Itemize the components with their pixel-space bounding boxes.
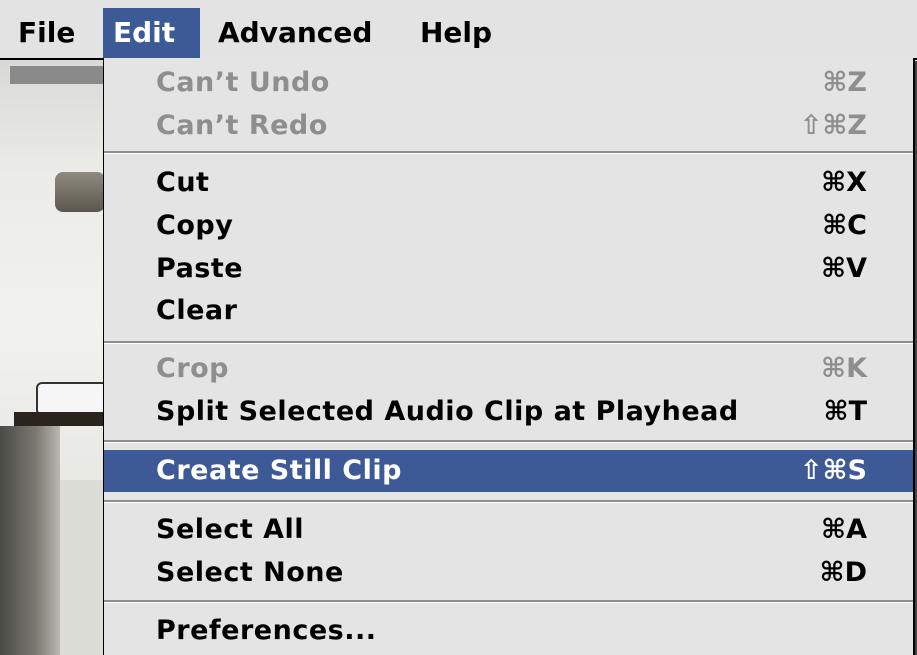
menu-item-shortcut: ⌘C [822,210,867,241]
menu-item-label: Clear [156,295,238,326]
menu-item-copy[interactable]: Copy ⌘C [104,205,913,247]
menu-item-select-none[interactable]: Select None ⌘D [104,552,913,594]
menu-item-shortcut: ⌘D [819,557,867,588]
menu-item-crop: Crop ⌘K [104,348,913,390]
menu-item-preferences[interactable]: Preferences... [104,610,913,652]
edit-menu-dropdown: Can’t Undo ⌘Z Can’t Redo ⇧⌘Z Cut ⌘X Copy… [103,58,915,655]
menu-item-label: Copy [156,210,234,241]
menu-edit[interactable]: Edit [103,8,200,58]
menu-bar: File Edit Advanced Help [0,0,917,60]
menu-item-shortcut: ⌘X [821,167,867,198]
background-video-frame-light-area [60,480,104,655]
menu-separator [104,600,913,603]
background-video-frame-shelf [14,412,104,426]
background-video-frame-dark-area [0,426,60,655]
menu-item-label: Select None [156,557,344,588]
menu-item-shortcut: ⌘V [821,253,867,284]
screen: File Edit Advanced Help Can’t Undo ⌘Z Ca… [0,0,917,655]
background-video-frame-device [36,382,104,416]
menu-item-label: Crop [156,353,230,384]
menu-separator [104,151,913,154]
menu-item-label: Paste [156,253,244,284]
menu-item-shortcut: ⌘T [823,396,867,427]
menu-item-label: Can’t Redo [156,110,328,141]
background-video-frame-object [55,172,104,212]
menu-item-shortcut: ⌘A [821,514,867,545]
menu-item-label: Split Selected Audio Clip at Playhead [156,396,739,427]
menu-item-select-all[interactable]: Select All ⌘A [104,509,913,551]
background-window [0,60,104,655]
menu-item-split-audio-clip[interactable]: Split Selected Audio Clip at Playhead ⌘T [104,391,913,433]
menu-help[interactable]: Help [408,8,504,58]
menu-item-label: Select All [156,514,305,545]
menu-item-label: Preferences... [156,615,377,646]
menu-item-label: Create Still Clip [156,455,402,486]
menu-item-shortcut: ⌘Z [822,67,867,98]
menu-item-label: Cut [156,167,210,198]
menu-item-cut[interactable]: Cut ⌘X [104,162,913,204]
menu-item-shortcut: ⇧⌘Z [799,110,867,141]
menu-advanced[interactable]: Advanced [206,8,384,58]
menu-separator [104,500,913,503]
menu-file[interactable]: File [6,8,87,58]
menu-item-shortcut: ⌘K [821,353,867,384]
menu-separator [104,440,913,443]
menu-item-redo: Can’t Redo ⇧⌘Z [104,105,913,147]
menu-item-label: Can’t Undo [156,67,330,98]
menu-item-undo: Can’t Undo ⌘Z [104,62,913,104]
menu-item-shortcut: ⇧⌘S [799,455,867,486]
menu-item-clear[interactable]: Clear [104,290,913,332]
menu-item-paste[interactable]: Paste ⌘V [104,248,913,290]
menu-item-create-still-clip[interactable]: Create Still Clip ⇧⌘S [104,450,913,492]
menu-separator [104,341,913,344]
background-window-titlebar [10,66,104,84]
